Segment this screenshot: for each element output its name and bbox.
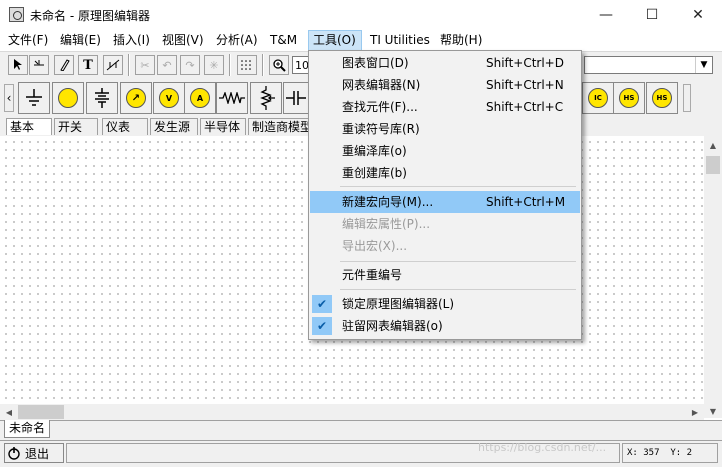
pencil-tool-icon[interactable] xyxy=(54,55,74,75)
junction-icon[interactable]: ✳ xyxy=(204,55,224,75)
tab-sources[interactable]: 发生源 xyxy=(150,118,198,135)
toolbar-separator xyxy=(128,54,130,76)
menu-separator xyxy=(340,186,576,187)
menu-item-shortcut: Shift+Ctrl+D xyxy=(486,56,564,70)
menu-item-label: 重编泽库(o) xyxy=(342,144,407,158)
scroll-left-icon[interactable]: ◀ xyxy=(2,405,16,419)
toolbar-separator xyxy=(262,54,264,76)
palette-scroll-right-icon[interactable] xyxy=(683,84,691,112)
menu-insert[interactable]: 插入(I) xyxy=(109,30,154,51)
menu-item-chart-window[interactable]: 图表窗口(D) Shift+Ctrl+D xyxy=(310,52,580,74)
menu-item-shortcut: Shift+Ctrl+N xyxy=(486,78,564,92)
tab-switches[interactable]: 开关 xyxy=(54,118,98,135)
grid-icon[interactable] xyxy=(237,55,257,75)
zoom-icon[interactable] xyxy=(269,55,289,75)
scroll-up-icon[interactable]: ▲ xyxy=(706,138,720,152)
cut-icon[interactable]: ✂ xyxy=(135,55,155,75)
menu-tools[interactable]: 工具(O) xyxy=(308,30,362,51)
menu-item-renumber-components[interactable]: 元件重编号 xyxy=(310,264,580,286)
undo-icon[interactable]: ↶ xyxy=(157,55,177,75)
battery-icon[interactable] xyxy=(86,82,118,114)
tab-meters[interactable]: 仪表 xyxy=(102,118,148,135)
menu-item-recompile-library[interactable]: 重编泽库(o) xyxy=(310,140,580,162)
hs-lamp-icon[interactable]: HS xyxy=(613,82,645,114)
menu-item-label: 查找元件(F)... xyxy=(342,100,418,114)
menu-analysis[interactable]: 分析(A) xyxy=(212,30,262,51)
menu-edit[interactable]: 编辑(E) xyxy=(56,30,105,51)
menu-item-label: 新建宏向导(M)... xyxy=(342,195,434,209)
scroll-right-icon[interactable]: ▶ xyxy=(688,405,702,419)
wire-tool-icon[interactable] xyxy=(29,55,49,75)
checkmark-icon: ✔ xyxy=(312,295,332,313)
resistor-icon[interactable] xyxy=(216,82,248,114)
ammeter-icon[interactable]: A xyxy=(184,82,216,114)
bus-tool-icon[interactable] xyxy=(103,55,123,75)
chevron-down-icon[interactable]: ▼ xyxy=(695,57,712,73)
pointer-tool-icon[interactable] xyxy=(8,55,28,75)
hs-lamp-icon[interactable]: HS xyxy=(646,82,678,114)
menu-view[interactable]: 视图(V) xyxy=(158,30,208,51)
menu-item-rebuild-library[interactable]: 重创建库(b) xyxy=(310,162,580,184)
menu-item-pin-netlist-editor[interactable]: ✔ 驻留网表编辑器(o) xyxy=(310,315,580,337)
lamp-icon[interactable] xyxy=(52,82,84,114)
menu-item-find-component[interactable]: 查找元件(F)... Shift+Ctrl+C xyxy=(310,96,580,118)
menu-item-export-macro[interactable]: 导出宏(X)... xyxy=(310,235,580,257)
menu-item-label: 图表窗口(D) xyxy=(342,56,409,70)
watermark: https://blog.csdn.net/... xyxy=(478,441,607,454)
menu-item-netlist-editor[interactable]: 网表编辑器(N) Shift+Ctrl+N xyxy=(310,74,580,96)
voltmeter-icon[interactable]: V xyxy=(153,82,185,114)
menu-separator xyxy=(340,261,576,262)
capacitor-icon[interactable] xyxy=(283,82,309,114)
app-icon xyxy=(9,7,24,22)
scroll-down-icon[interactable]: ▼ xyxy=(706,404,720,418)
cursor-coordinates: X: 357 Y: 2 xyxy=(622,443,718,463)
menu-tm[interactable]: T&M xyxy=(266,30,301,51)
exit-button[interactable]: 退出 xyxy=(4,443,64,463)
menu-item-label: 编辑宏属性(P)... xyxy=(342,217,431,231)
menu-help[interactable]: 帮助(H) xyxy=(436,30,486,51)
vertical-scroll-thumb[interactable] xyxy=(706,156,720,174)
menu-item-label: 元件重编号 xyxy=(342,268,403,282)
tab-semiconductors[interactable]: 半导体 xyxy=(200,118,246,135)
menu-item-label: 网表编辑器(N) xyxy=(342,78,421,92)
menu-item-label: 重读符号库(R) xyxy=(342,122,420,136)
toolbar-separator xyxy=(229,54,231,76)
menu-file[interactable]: 文件(F) xyxy=(4,30,52,51)
ic-icon[interactable]: IC xyxy=(582,82,614,114)
menu-item-label: 重创建库(b) xyxy=(342,166,407,180)
horizontal-scroll-thumb[interactable] xyxy=(18,405,64,419)
maximize-button[interactable]: ☐ xyxy=(629,0,675,30)
close-button[interactable]: ✕ xyxy=(675,0,721,30)
toolbar-dropdown[interactable]: ▼ xyxy=(584,56,713,74)
checkmark-icon: ✔ xyxy=(312,317,332,335)
menu-item-label: 锁定原理图编辑器(L) xyxy=(342,297,455,311)
vertical-scrollbar[interactable] xyxy=(704,136,722,418)
menu-item-shortcut: Shift+Ctrl+C xyxy=(486,100,564,114)
exit-label: 退出 xyxy=(25,446,50,461)
window-title: 未命名 - 原理图编辑器 xyxy=(30,9,150,23)
menu-ti-utilities[interactable]: TI Utilities xyxy=(366,30,434,51)
power-icon xyxy=(7,446,21,460)
horizontal-scrollbar[interactable] xyxy=(0,404,704,420)
minimize-button[interactable]: — xyxy=(583,0,629,30)
tab-basic[interactable]: 基本 xyxy=(6,118,52,135)
menu-item-new-macro-wizard[interactable]: 新建宏向导(M)... Shift+Ctrl+M xyxy=(310,191,580,213)
menu-item-label: 导出宏(X)... xyxy=(342,239,408,253)
palette-scroll-left-icon[interactable]: ‹ xyxy=(4,84,14,112)
meter-icon[interactable]: ↗ xyxy=(120,82,152,114)
potentiometer-icon[interactable] xyxy=(250,82,282,114)
text-tool-icon[interactable]: T xyxy=(78,55,98,75)
sheet-tab[interactable]: 未命名 xyxy=(4,420,50,438)
menu-item-shortcut: Shift+Ctrl+M xyxy=(486,195,566,209)
menu-item-label: 驻留网表编辑器(o) xyxy=(342,319,443,333)
menu-separator xyxy=(340,289,576,290)
sheet-tab-strip xyxy=(0,420,722,441)
tab-manufacturer-models[interactable]: 制造商模型 xyxy=(248,118,310,135)
menu-item-reload-symbols[interactable]: 重读符号库(R) xyxy=(310,118,580,140)
menu-item-edit-macro-properties[interactable]: 编辑宏属性(P)... xyxy=(310,213,580,235)
redo-icon[interactable]: ↷ xyxy=(180,55,200,75)
menu-item-lock-schematic-editor[interactable]: ✔ 锁定原理图编辑器(L) xyxy=(310,293,580,315)
ground-icon[interactable] xyxy=(18,82,50,114)
